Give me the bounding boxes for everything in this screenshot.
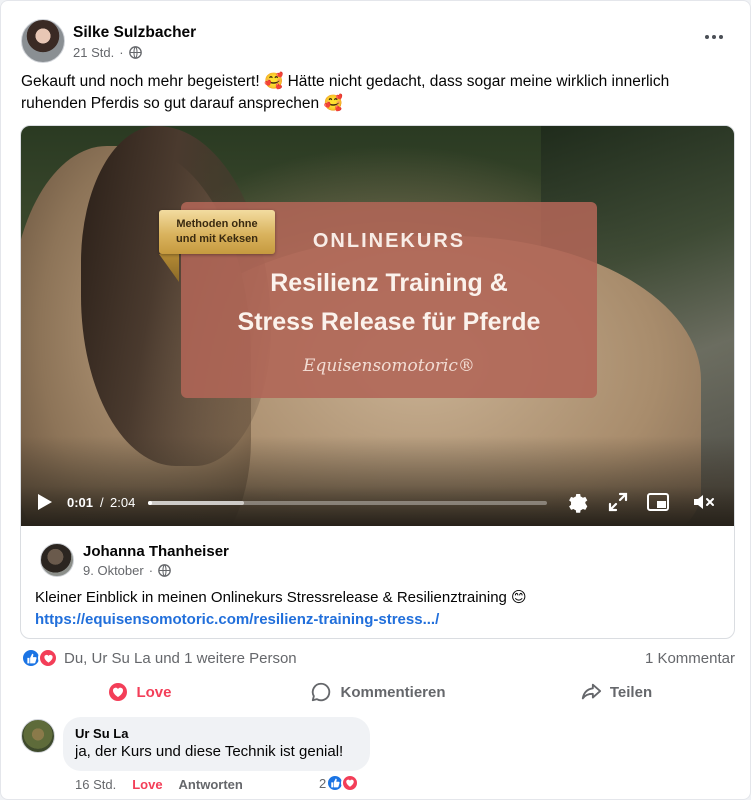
play-icon[interactable] [38, 494, 52, 510]
meta-dot: · [119, 44, 124, 60]
promo-title: Resilienz Training & Stress Release für … [181, 264, 597, 342]
shared-author-avatar[interactable] [40, 543, 74, 577]
post-meta: 21 Std. · [73, 45, 196, 60]
comment-reactions[interactable]: 2 [319, 774, 360, 792]
author-name[interactable]: Silke Sulzbacher [73, 23, 196, 43]
promo-title-line2: Stress Release für Pferde [237, 308, 541, 336]
love-reaction-icon [38, 648, 58, 668]
progress-buffer [148, 501, 244, 505]
more-dot-icon [705, 35, 709, 39]
comment-author[interactable]: Ur Su La [75, 726, 358, 742]
tag-line1: Methoden ohne [176, 218, 258, 230]
comment-bubble: Ur Su La ja, der Kurs und diese Technik … [63, 717, 370, 771]
comment-time[interactable]: 16 Std. [75, 777, 116, 792]
post-text: Gekauft und noch mehr begeistert! 🥰 Hätt… [21, 73, 670, 112]
love-reaction-icon [341, 774, 360, 792]
reactions-summary: Du, Ur Su La und 1 weitere Person 1 Komm… [21, 647, 735, 669]
time-current: 0:01 [67, 495, 94, 510]
comment-text: ja, der Kurs und diese Technik ist genia… [75, 743, 344, 760]
reaction-icons[interactable] [21, 648, 58, 668]
comment-actions: 16 Std. Love Antworten [75, 777, 259, 792]
share-arrow-icon [581, 683, 601, 700]
tag-line2: und mit Keksen [176, 233, 258, 245]
shared-post-footer: Johanna Thanheiser 9. Oktober · Kleiner … [21, 526, 734, 638]
shared-meta: 9. Oktober · [83, 563, 171, 578]
more-options-button[interactable] [698, 25, 730, 49]
picture-in-picture-icon[interactable] [646, 490, 670, 514]
progress-bar[interactable] [148, 501, 547, 505]
shared-link[interactable]: https://equisensomotoric.com/resilienz-t… [35, 609, 725, 631]
shared-post[interactable]: ONLINEKURS Resilienz Training & Stress R… [20, 125, 735, 639]
progress-fill [148, 501, 152, 505]
shared-date[interactable]: 9. Oktober [83, 563, 144, 578]
more-dot-icon [719, 35, 723, 39]
promo-title-line1: Resilienz Training & [270, 269, 508, 297]
more-dot-icon [712, 35, 716, 39]
promo-brand-logo: Equisensomotoric® [303, 356, 475, 376]
gold-ribbon-tag: Methoden ohne und mit Keksen [159, 210, 275, 254]
post-card: Silke Sulzbacher 21 Std. · Gekauft und n… [0, 0, 751, 800]
share-button-label: Teilen [609, 683, 653, 701]
meta-dot: · [148, 563, 154, 578]
time-separator: / [100, 495, 104, 510]
comment-button[interactable]: Kommentieren [259, 675, 497, 709]
video-player[interactable]: ONLINEKURS Resilienz Training & Stress R… [21, 126, 734, 526]
reaction-names[interactable]: Du, Ur Su La und 1 weitere Person [64, 650, 297, 667]
comment-button-label: Kommentieren [340, 683, 446, 701]
time-total: 2:04 [110, 495, 136, 510]
comment-reaction-count: 2 [319, 775, 327, 791]
shared-author-name[interactable]: Johanna Thanheiser [83, 543, 229, 560]
globe-icon [128, 45, 142, 59]
commenter-avatar[interactable] [21, 719, 55, 753]
post-time[interactable]: 21 Std. [73, 45, 114, 60]
shared-text: Kleiner Einblick in meinen Onlinekurs St… [35, 587, 725, 631]
comment-count[interactable]: 1 Kommentar [645, 650, 735, 667]
love-button-label: Love [136, 683, 172, 701]
fullscreen-icon[interactable] [606, 490, 630, 514]
author-avatar[interactable] [21, 19, 65, 63]
comment-reply-link[interactable]: Antworten [179, 777, 243, 792]
comment-bubble-icon [312, 682, 331, 702]
shared-caption: Kleiner Einblick in meinen Onlinekurs St… [35, 589, 527, 606]
post-actions: Love Kommentieren Teilen [21, 675, 735, 709]
mute-icon[interactable] [691, 490, 715, 514]
comment-love-link[interactable]: Love [132, 777, 162, 792]
globe-icon [158, 564, 171, 577]
post-header: Silke Sulzbacher 21 Std. · [21, 17, 196, 65]
heart-icon [109, 683, 128, 701]
settings-gear-icon[interactable] [564, 490, 588, 514]
share-button[interactable]: Teilen [497, 675, 735, 709]
love-button[interactable]: Love [21, 675, 259, 709]
